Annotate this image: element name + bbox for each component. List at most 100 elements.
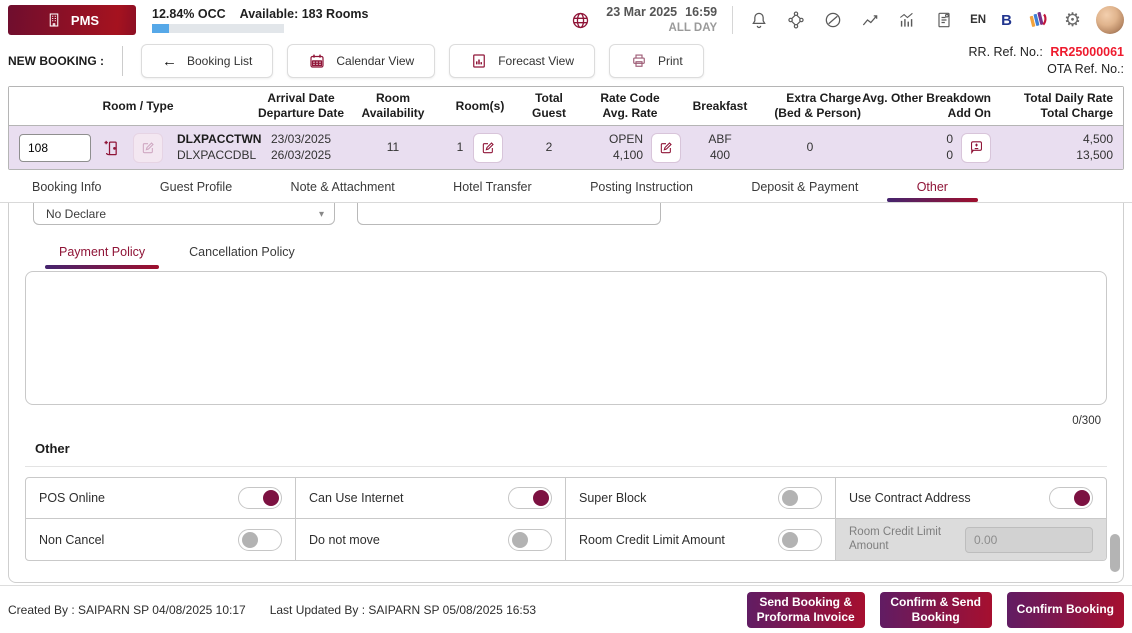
time-text: 16:59 xyxy=(685,5,717,19)
booking-room-table: Room / Type Arrival DateDeparture Date R… xyxy=(8,86,1124,170)
user-avatar[interactable] xyxy=(1096,6,1124,34)
tab-note-attachment[interactable]: Note & Attachment xyxy=(289,173,397,201)
back-arrow-icon: ← xyxy=(162,53,177,70)
available-rooms-text: Available: 183 Rooms xyxy=(240,7,369,21)
occupancy-summary: 12.84% OCC Available: 183 Rooms xyxy=(152,7,368,33)
tab-payment-policy[interactable]: Payment Policy xyxy=(59,245,145,269)
rate-info: OPEN 4,100 xyxy=(609,132,643,163)
gauge-icon[interactable] xyxy=(822,9,844,31)
tab-other[interactable]: Other xyxy=(915,173,950,201)
occupancy-bar-fill xyxy=(152,24,169,33)
building-icon xyxy=(45,11,63,29)
settings-gear-icon[interactable]: ⚙ xyxy=(1064,11,1081,30)
non-cancel-toggle[interactable] xyxy=(238,529,282,551)
new-booking-toolbar: NEW BOOKING : ← Booking List Calendar Vi… xyxy=(0,40,1132,86)
tab-cancellation-policy[interactable]: Cancellation Policy xyxy=(189,245,295,269)
header-dates: Arrival DateDeparture Date xyxy=(257,91,345,121)
confirm-booking-button[interactable]: Confirm Booking xyxy=(1007,592,1124,628)
toolbar-divider xyxy=(122,46,123,76)
network-icon[interactable] xyxy=(785,9,807,31)
calendar-view-button[interactable]: Calendar View xyxy=(287,44,435,78)
option-room-credit-limit: Room Credit Limit Amount xyxy=(566,519,836,560)
policy-textarea[interactable] xyxy=(25,271,1107,405)
room-type-secondary: DLXPACCDBL xyxy=(177,148,261,164)
topbar: PMS 12.84% OCC Available: 183 Rooms 23 M… xyxy=(0,0,1132,40)
other-options-grid: POS Online Can Use Internet Super Block … xyxy=(25,477,1107,561)
breakdown-value: 0 xyxy=(946,132,953,148)
can-use-internet-toggle[interactable] xyxy=(508,487,552,509)
bold-badge[interactable]: B xyxy=(1001,12,1012,29)
language-toggle[interactable]: EN xyxy=(970,14,986,26)
other-section-heading: Other xyxy=(35,441,1107,456)
tab-posting-instruction[interactable]: Posting Instruction xyxy=(588,173,695,201)
occupancy-bar xyxy=(152,24,284,33)
edit-rooms-button[interactable] xyxy=(473,133,503,163)
tab-booking-info[interactable]: Booking Info xyxy=(30,173,104,201)
header-availability: Room Availability xyxy=(345,91,441,121)
print-button[interactable]: Print xyxy=(609,44,704,78)
breakfast-rate: 400 xyxy=(681,148,759,164)
option-super-block: Super Block xyxy=(566,478,836,519)
line-chart-icon[interactable] xyxy=(859,9,881,31)
ota-ref-label: OTA Ref. No.: xyxy=(1047,62,1124,76)
total-daily-rate: 4,500 xyxy=(991,132,1113,148)
other-tab-panel: No Declare ▾ Payment Policy Cancellation… xyxy=(8,203,1124,583)
declare-select[interactable]: No Declare ▾ xyxy=(33,203,335,225)
report-icon[interactable] xyxy=(933,9,955,31)
notification-bell-icon[interactable] xyxy=(748,9,770,31)
breakdown-info: 0 0 xyxy=(946,132,953,163)
edit-rate-button[interactable] xyxy=(651,133,681,163)
clipped-input-field[interactable] xyxy=(357,203,661,225)
created-by-text: Created By : SAIPARN SP 04/08/2025 10:17 xyxy=(8,603,246,617)
total-charge: 13,500 xyxy=(991,148,1113,164)
tab-deposit-payment[interactable]: Deposit & Payment xyxy=(749,173,860,201)
footer: Created By : SAIPARN SP 04/08/2025 10:17… xyxy=(0,585,1132,633)
breakfast-info: ABF 400 xyxy=(681,132,759,163)
confirm-send-booking-button[interactable]: Confirm & SendBooking xyxy=(880,592,992,628)
header-rooms: Room(s) xyxy=(441,99,519,114)
date-text: 23 Mar 2025 xyxy=(606,5,677,19)
datetime-display: 23 Mar 202516:59 ALL DAY xyxy=(606,5,717,35)
total-info: 4,500 13,500 xyxy=(991,132,1113,163)
print-icon xyxy=(630,52,648,70)
header-rate: Rate CodeAvg. Rate xyxy=(579,91,681,121)
policy-tabs: Payment Policy Cancellation Policy xyxy=(25,245,1107,269)
rooms-count: 1 xyxy=(457,140,464,156)
new-booking-label: NEW BOOKING : xyxy=(8,54,104,68)
room-credit-limit-input[interactable] xyxy=(965,527,1093,553)
arrival-date: 23/03/2025 xyxy=(257,132,345,148)
theme-palette-icon[interactable] xyxy=(1027,9,1049,31)
room-type-primary: DLXPACCTWN xyxy=(177,132,261,148)
bar-chart-icon[interactable] xyxy=(896,9,918,31)
booking-detail-tabs: Booking Info Guest Profile Note & Attach… xyxy=(0,172,1132,203)
last-updated-text: Last Updated By : SAIPARN SP 05/08/2025 … xyxy=(270,603,536,617)
pms-logo[interactable]: PMS xyxy=(8,5,136,35)
edit-room-disabled-button[interactable] xyxy=(133,133,163,163)
globe-icon[interactable] xyxy=(569,9,591,31)
panel-scrollbar-thumb[interactable] xyxy=(1110,534,1120,572)
option-can-use-internet: Can Use Internet xyxy=(296,478,566,519)
logo-label: PMS xyxy=(71,13,99,28)
room-credit-limit-label: Room Credit Limit Amount xyxy=(849,526,955,554)
super-block-toggle[interactable] xyxy=(778,487,822,509)
tab-hotel-transfer[interactable]: Hotel Transfer xyxy=(451,173,534,201)
booking-list-button[interactable]: ← Booking List xyxy=(141,44,273,78)
room-credit-limit-toggle[interactable] xyxy=(778,529,822,551)
room-number-input[interactable] xyxy=(19,134,91,162)
occupancy-text: 12.84% OCC xyxy=(152,7,226,21)
add-room-icon[interactable] xyxy=(97,133,127,163)
send-booking-proforma-button[interactable]: Send Booking &Proforma Invoice xyxy=(747,592,865,628)
stay-dates: 23/03/2025 26/03/2025 xyxy=(257,132,345,163)
breakdown-adjust-button[interactable] xyxy=(961,133,991,163)
avg-rate: 4,100 xyxy=(609,148,643,164)
booking-row: DLXPACCTWN DLXPACCDBL 23/03/2025 26/03/2… xyxy=(9,125,1123,169)
total-guest-value: 2 xyxy=(519,140,579,156)
forecast-view-button[interactable]: Forecast View xyxy=(449,44,595,78)
pos-online-toggle[interactable] xyxy=(238,487,282,509)
header-room-type: Room / Type xyxy=(19,99,257,114)
use-contract-address-toggle[interactable] xyxy=(1049,487,1093,509)
other-section-divider xyxy=(25,466,1107,467)
topbar-divider xyxy=(732,6,733,34)
tab-guest-profile[interactable]: Guest Profile xyxy=(158,173,234,201)
do-not-move-toggle[interactable] xyxy=(508,529,552,551)
